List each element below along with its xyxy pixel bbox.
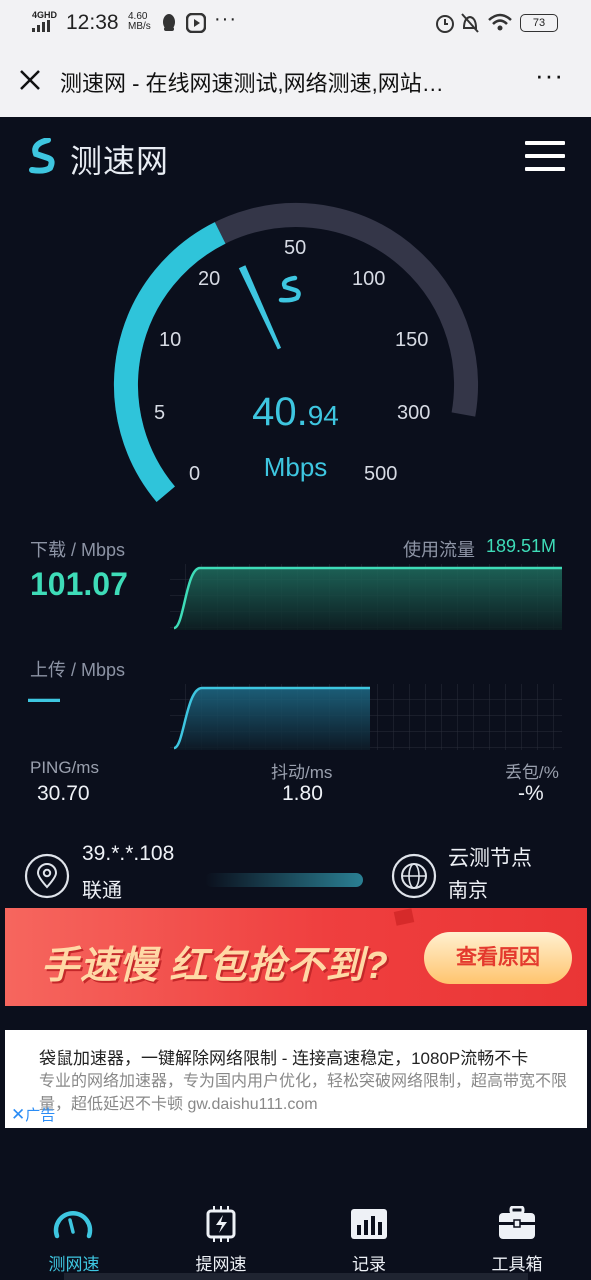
upload-label: 上传 / Mbps bbox=[30, 660, 126, 680]
ping-value: 30.70 bbox=[37, 782, 90, 805]
gauge-logo-icon bbox=[278, 275, 301, 303]
gauge-tick: 50 bbox=[284, 237, 307, 259]
location-pin-icon bbox=[24, 853, 70, 899]
qq-icon bbox=[163, 14, 175, 31]
ip-address: 39.*.*.108 bbox=[82, 842, 175, 865]
promo-banner-text: 手速慢 红包抢不到? bbox=[41, 945, 389, 987]
red-envelope-icon bbox=[393, 908, 415, 926]
ping-label: PING/ms bbox=[30, 758, 99, 777]
isp-name: 联通 bbox=[82, 880, 122, 902]
tab-records[interactable]: 记录 bbox=[319, 1250, 419, 1275]
usage-label: 使用流量 bbox=[403, 540, 475, 560]
ad-headline[interactable]: 袋鼠加速器，一键解除网络限制 - 连接高速稳定，1080P流畅不卡 bbox=[39, 1044, 528, 1069]
gauge-tick: 100 bbox=[352, 268, 386, 290]
usage-value: 189.51M bbox=[486, 536, 557, 556]
test-node-city[interactable]: 南京 bbox=[448, 874, 488, 903]
browser-title-bar: 测速网 - 在线网速测试,网络测速,网站… ··· bbox=[0, 46, 591, 117]
tab-speed-test[interactable]: 测网速 bbox=[24, 1250, 124, 1275]
jitter-label: 抖动/ms bbox=[271, 763, 333, 782]
current-speed: 40.94 bbox=[252, 390, 339, 434]
gauge-tick: 20 bbox=[198, 268, 221, 290]
logo-icon bbox=[29, 138, 55, 174]
promo-banner[interactable]: 手速慢 红包抢不到? 查看原因 bbox=[5, 908, 587, 1006]
download-value: 101.07 bbox=[30, 566, 128, 602]
signal-icon bbox=[32, 20, 50, 32]
view-reason-button[interactable]: 查看原因 bbox=[424, 932, 572, 984]
speedometer-icon[interactable] bbox=[53, 1206, 93, 1240]
loss-label: 丢包/% bbox=[505, 763, 559, 782]
connection-progress-bar bbox=[205, 873, 363, 887]
gauge-needle bbox=[238, 265, 282, 350]
tab-boost-speed[interactable]: 提网速 bbox=[171, 1250, 271, 1275]
more-notifications: ··· bbox=[214, 8, 237, 30]
mute-bell-icon bbox=[461, 13, 479, 33]
wifi-icon bbox=[488, 13, 512, 31]
gauge-tick: 150 bbox=[395, 329, 429, 351]
net-speed: 4.60 MB/s bbox=[128, 11, 151, 32]
network-type: 4GHD bbox=[32, 10, 58, 20]
site-logo-text[interactable]: 测速网 bbox=[70, 136, 169, 182]
home-indicator bbox=[64, 1273, 528, 1280]
loss-value: -% bbox=[518, 782, 544, 805]
chip-icon[interactable] bbox=[202, 1206, 240, 1242]
play-app-icon bbox=[186, 13, 206, 33]
alarm-icon bbox=[436, 15, 454, 33]
status-bar: 4GHD 12:38 4.60 MB/s ··· 73 bbox=[0, 0, 591, 46]
ad-tag[interactable]: ✕广告 bbox=[11, 1104, 55, 1125]
more-menu-button[interactable]: ··· bbox=[535, 60, 564, 91]
close-ad-icon[interactable]: ✕ bbox=[11, 1105, 25, 1124]
speed-unit: Mbps bbox=[263, 452, 328, 482]
download-label: 下载 / Mbps bbox=[30, 540, 126, 560]
toolbox-icon[interactable] bbox=[497, 1206, 537, 1240]
gauge-tick: 10 bbox=[159, 329, 182, 351]
bar-chart-icon[interactable] bbox=[350, 1206, 388, 1240]
hamburger-menu-icon[interactable] bbox=[525, 141, 565, 173]
jitter-value: 1.80 bbox=[282, 782, 323, 805]
close-icon[interactable] bbox=[18, 68, 42, 92]
ad-description: 专业的网络加速器，专为国内用户优化，轻松突破网络限制，超高带宽不限量，超低延迟不… bbox=[39, 1073, 568, 1113]
download-chart bbox=[170, 564, 562, 630]
tab-toolbox[interactable]: 工具箱 bbox=[467, 1250, 567, 1275]
page-title: 测速网 - 在线网速测试,网络测速,网站… bbox=[60, 71, 444, 96]
battery-indicator: 73 bbox=[520, 14, 558, 32]
clock: 12:38 bbox=[66, 11, 119, 34]
globe-icon bbox=[391, 853, 437, 899]
upload-chart bbox=[170, 684, 562, 750]
text-ad[interactable]: 袋鼠加速器，一键解除网络限制 - 连接高速稳定，1080P流畅不卡 专业的网络加… bbox=[5, 1030, 587, 1128]
test-node-label[interactable]: 云测节点 bbox=[448, 842, 532, 872]
upload-value: — bbox=[28, 680, 60, 716]
